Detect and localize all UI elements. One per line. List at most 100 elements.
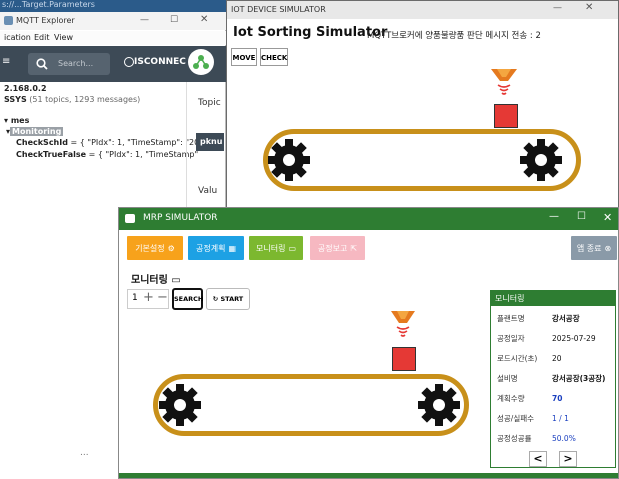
calendar-icon: ▦ <box>228 243 236 253</box>
refresh-icon: ↻ <box>212 295 219 303</box>
minus-icon[interactable]: − <box>157 290 168 305</box>
row-key: 성공/실패수 <box>497 413 535 423</box>
search-icon <box>36 58 48 70</box>
window-title: MRP SIMULATOR <box>143 213 218 223</box>
resize-dots[interactable]: ... <box>80 448 89 458</box>
close-circle-icon: ⊗ <box>604 243 612 253</box>
value-label: Valu <box>198 186 218 196</box>
start-button[interactable]: ↻ START <box>206 288 250 310</box>
status-message: MQTT브로커에 양품불량품 판단 메시지 전송 : 2 <box>367 31 541 41</box>
tree-label-monitoring: Monitoring <box>10 127 64 136</box>
mrp-titlebar: MRP SIMULATOR — ☐ ✕ <box>119 208 618 230</box>
close-icon[interactable]: ✕ <box>603 211 612 224</box>
row-key: 로드시간(초) <box>497 353 538 363</box>
quantity-stepper[interactable]: 1 + − <box>127 289 169 309</box>
row-equipment: 설비명 강서공장(3공장) <box>497 368 615 388</box>
topic-key: CheckSchId <box>16 138 68 147</box>
tree-node-checkschid[interactable]: CheckSchId = { "PIdx": 1, "TimeStamp": "… <box>16 138 199 147</box>
bottom-bar <box>119 473 618 478</box>
minimize-icon[interactable]: — <box>549 211 559 222</box>
app-icon <box>125 214 135 223</box>
process-plan-button[interactable]: 공정계획 ▦ <box>188 236 244 260</box>
topic-key: CheckTrueFalse <box>16 150 87 159</box>
row-load-time: 로드시간(초) 20 <box>497 348 615 368</box>
mqtt-titlebar: MQTT Explorer — ☐ ✕ <box>0 12 226 30</box>
row-value: 강서공장(3공장) <box>552 373 606 383</box>
monitoring-panel: 모니터링 플랜트명 강서공장 공정일자 2025-07-29 로드시간(초) 20 설… <box>490 290 616 468</box>
maximize-icon[interactable]: ☐ <box>170 15 178 25</box>
window-title: IOT DEVICE SIMULATOR <box>231 5 326 14</box>
topic-value: = { "PIdx": 1, "TimeStamp" <box>88 150 199 159</box>
monitoring-rows: 플랜트명 강서공장 공정일자 2025-07-29 로드시간(초) 20 설비명 강서공… <box>497 308 615 448</box>
row-value: 강서공장 <box>552 313 580 323</box>
button-label: 공정보고 <box>317 243 348 253</box>
row-value: 2025-07-29 <box>552 333 596 343</box>
product-box <box>392 347 416 371</box>
close-icon[interactable]: ✕ <box>200 14 208 25</box>
button-label: 공정계획 <box>195 243 226 253</box>
menu-item-edit[interactable]: Edit <box>34 33 50 42</box>
basic-settings-button[interactable]: 기본설정 ⚙ <box>127 236 183 260</box>
move-button[interactable]: MOVE <box>231 48 257 66</box>
section-title: 모니터링 ▭ <box>131 271 181 286</box>
sensor-icon <box>391 311 415 337</box>
row-key: 공정일자 <box>497 333 525 343</box>
tree-label: mes <box>10 116 30 125</box>
exit-app-button[interactable]: 앱 종료 ⊗ <box>571 236 617 260</box>
window-title: MQTT Explorer <box>16 16 75 25</box>
gear-icon <box>159 384 201 426</box>
sensor-icon <box>491 69 517 95</box>
next-button[interactable]: > <box>559 451 577 467</box>
menu-item-view[interactable]: View <box>54 33 73 42</box>
tree-expand-icon: ▾ <box>4 116 11 125</box>
plus-icon[interactable]: + <box>143 290 154 305</box>
process-report-button[interactable]: 공정보고 ⇱ <box>310 236 365 260</box>
app-logo-icon <box>4 16 13 25</box>
tree-node-monitoring[interactable]: ▾ Monitoring <box>6 127 64 136</box>
tree-node-mes[interactable]: ▾ mes <box>4 116 29 125</box>
network-icon <box>193 55 209 69</box>
row-value: 1 / 1 <box>552 413 569 423</box>
topic-badge[interactable]: pknu <box>196 133 224 151</box>
monitor-icon: ▭ <box>171 275 181 286</box>
row-key: 설비명 <box>497 373 518 383</box>
broker-stats: (51 topics, 1293 messages) <box>29 95 141 104</box>
topic-label: Topic <box>198 98 221 108</box>
check-button[interactable]: CHECK <box>260 48 288 66</box>
row-key: 플랜트명 <box>497 313 525 323</box>
button-label: 앱 종료 <box>576 243 602 253</box>
button-label: 기본설정 <box>135 243 165 253</box>
row-key: 공정성공률 <box>497 433 532 443</box>
partial-url: s://...Target.Parameters <box>2 0 95 9</box>
monitoring-button[interactable]: 모니터링 ▭ <box>249 236 303 260</box>
menu-hamburger-icon[interactable]: ≡ <box>2 56 10 67</box>
row-plant: 플랜트명 강서공장 <box>497 308 615 328</box>
maximize-icon[interactable]: ☐ <box>577 211 586 222</box>
minimize-icon[interactable]: — <box>140 15 149 25</box>
mrp-simulator-window: MRP SIMULATOR — ☐ ✕ 기본설정 ⚙ 공정계획 ▦ 모니터링 ▭ 공정… <box>118 207 619 479</box>
minimize-icon[interactable]: — <box>553 3 562 13</box>
close-icon[interactable]: ✕ <box>585 2 593 13</box>
iot-heading: Iot Sorting Simulator <box>233 25 388 40</box>
gear-icon <box>268 139 310 181</box>
button-label: START <box>220 295 244 303</box>
gear-icon <box>418 384 460 426</box>
broker-row[interactable]: SSYS (51 topics, 1293 messages) <box>4 95 140 104</box>
search-input[interactable]: Search... <box>28 53 110 75</box>
menu-item-application[interactable]: ication <box>4 33 31 42</box>
tree-node-checktruefalse[interactable]: CheckTrueFalse = { "PIdx": 1, "TimeStamp… <box>16 150 198 159</box>
search-button[interactable]: SEARCH <box>172 288 203 310</box>
export-icon: ⇱ <box>350 243 358 253</box>
prev-button[interactable]: < <box>529 451 547 467</box>
quantity-value: 1 <box>132 293 138 303</box>
mqtt-logo <box>188 49 214 75</box>
disconnect-button[interactable]: ISCONNEC <box>134 57 186 67</box>
row-plan-qty: 계획수량 70 <box>497 388 615 408</box>
product-box <box>494 104 518 128</box>
iot-simulator-window: IOT DEVICE SIMULATOR — ✕ Iot Sorting Sim… <box>226 0 619 210</box>
row-value: 20 <box>552 353 562 363</box>
row-success-fail: 성공/실패수 1 / 1 <box>497 408 615 428</box>
section-title-text: 모니터링 <box>131 275 168 286</box>
gears-icon: ⚙ <box>167 243 175 253</box>
row-value: 70 <box>552 393 563 403</box>
